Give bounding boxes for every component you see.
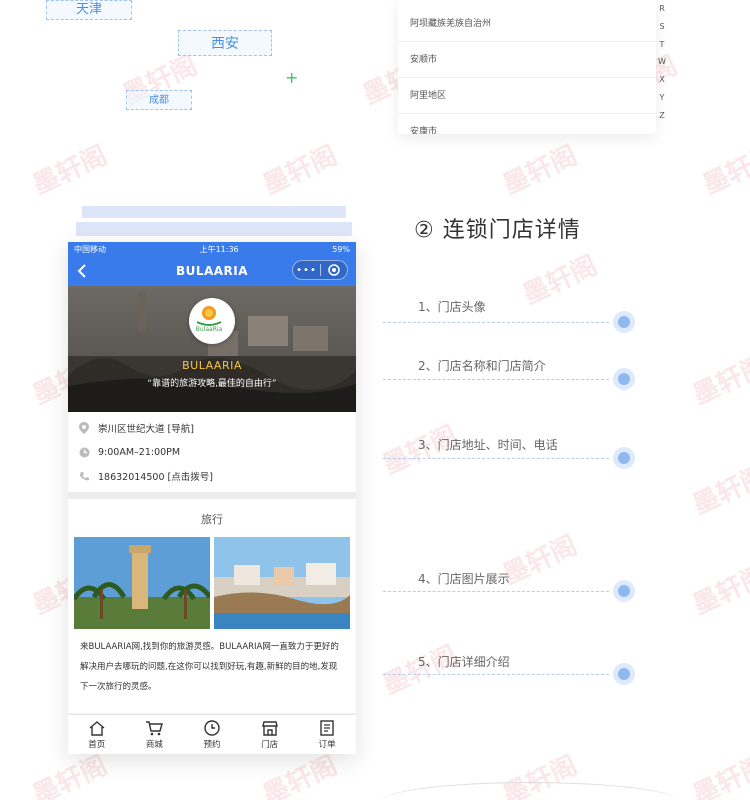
alphabet-letter[interactable]: R xyxy=(656,0,668,18)
tab-mall[interactable]: 商城 xyxy=(126,715,184,754)
store-avatar[interactable]: BulaaRia xyxy=(189,298,235,344)
marker-dot xyxy=(613,447,635,469)
gallery-photo-coast[interactable] xyxy=(214,537,350,629)
section-title: 旅行 xyxy=(201,513,223,526)
tab-label: 门店 xyxy=(261,739,279,750)
watermark: 墨轩阁 xyxy=(498,140,582,201)
target-icon xyxy=(328,264,340,276)
tab-bar: 首页 商城 预约 门店 订单 xyxy=(68,714,356,754)
tab-store[interactable]: 门店 xyxy=(241,715,299,754)
phone-text: 18632014500 [点击拨号] xyxy=(98,472,213,483)
watermark: 墨轩阁 xyxy=(698,140,750,201)
store-gallery xyxy=(74,537,350,629)
city-list-item[interactable]: 阿坝藏族羌族自治州 xyxy=(398,6,656,42)
tab-booking[interactable]: 预约 xyxy=(183,715,241,754)
cart-icon xyxy=(146,720,164,735)
battery-label: 59% xyxy=(332,244,350,254)
store-address[interactable]: 崇川区世纪大道 [导航] xyxy=(78,416,346,440)
watermark: 墨轩阁 xyxy=(688,560,750,621)
store-description: 来BULAARIA网,找到你的旅游灵感。BULAARIA网一直致力于更好的解决用… xyxy=(80,642,339,692)
clock-icon xyxy=(204,719,220,736)
home-icon xyxy=(89,720,105,736)
store-name: BULAARIA xyxy=(182,359,242,372)
location-pin-icon xyxy=(78,422,90,434)
close-target-button[interactable] xyxy=(321,264,347,276)
city-list-item[interactable]: 安顺市 xyxy=(398,42,656,78)
page: 墨轩阁 墨轩阁 墨轩阁 墨轩阁 墨轩阁 墨轩阁 墨轩阁 墨轩阁 墨轩阁 墨轩阁 墨轩阁 墨轩阁 墨轩阁墨… xyxy=(0,0,750,800)
feature-item-3: 3、门店地址、时间、电话 xyxy=(418,438,558,452)
tab-label: 商城 xyxy=(145,739,163,750)
city-tag-xian[interactable]: 西安 xyxy=(178,30,272,56)
store-detail-card: 旅行 来BULAARIA网,找到你的旅游灵感。BULAARIA网一直致力于更好的… xyxy=(68,499,356,713)
store-slogan: “靠谱的旅游攻略,最佳的自由行” xyxy=(147,379,277,389)
gallery-photo-tower[interactable] xyxy=(74,537,210,629)
leader-line xyxy=(383,322,609,323)
tab-label: 预约 xyxy=(203,739,221,750)
store-icon xyxy=(261,720,278,736)
feature-item-1: 1、门店头像 xyxy=(418,300,486,314)
marker-dot xyxy=(613,663,635,685)
alphabet-letter[interactable]: X xyxy=(656,71,668,89)
alphabet-letter[interactable]: S xyxy=(656,18,668,36)
ghost-statusbar xyxy=(76,222,352,236)
city-tag-chengdu[interactable]: 成都 xyxy=(126,90,192,110)
address-text: 崇川区世纪大道 [导航] xyxy=(98,424,194,435)
plus-icon: + xyxy=(285,68,299,87)
phone-icon xyxy=(78,470,90,482)
page-title: BULAARIA xyxy=(175,264,249,278)
ghost-statusbar xyxy=(82,206,346,218)
feature-item-4: 4、门店图片展示 xyxy=(418,572,510,586)
watermark: 墨轩阁 xyxy=(688,350,750,411)
tab-home[interactable]: 首页 xyxy=(68,715,126,754)
clock-label: 上午11:36 xyxy=(199,244,239,254)
city-list: 阿坝藏族羌族自治州 安顺市 阿里地区 安康市 xyxy=(398,0,656,134)
hours-text: 9:00AM–21:00PM xyxy=(98,446,181,458)
svg-text:BulaaRia: BulaaRia xyxy=(196,326,223,333)
tab-label: 首页 xyxy=(88,739,106,750)
watermark: 墨轩阁 xyxy=(688,460,750,521)
store-phone[interactable]: 18632014500 [点击拨号] xyxy=(78,464,346,488)
watermark: 墨轩阁 xyxy=(258,140,342,201)
more-button[interactable]: ••• xyxy=(293,265,320,276)
marker-dot xyxy=(613,580,635,602)
leader-line xyxy=(383,379,609,380)
leader-line xyxy=(383,458,609,459)
leader-line xyxy=(383,591,609,592)
alphabet-letter[interactable]: Y xyxy=(656,89,668,107)
city-tag-tianjin[interactable]: 天津 xyxy=(46,0,132,20)
alphabet-letter[interactable]: Z xyxy=(656,107,668,125)
store-info: 崇川区世纪大道 [导航] 9:00AM–21:00PM 18632014500 … xyxy=(68,412,356,492)
watermark: 墨轩阁 xyxy=(28,140,112,201)
marker-dot xyxy=(613,311,635,333)
feature-item-5: 5、门店详细介绍 xyxy=(418,655,510,669)
feature-item-2: 2、门店名称和门店简介 xyxy=(418,359,546,373)
tab-label: 订单 xyxy=(318,739,336,750)
watermark: 墨轩阁 xyxy=(688,750,750,800)
watermark: 墨轩阁 xyxy=(518,250,602,311)
mini-program-capsule: ••• xyxy=(292,260,348,280)
alphabet-index: R S T W X Y Z xyxy=(656,0,668,125)
tab-orders[interactable]: 订单 xyxy=(298,715,356,754)
decorative-curve xyxy=(380,782,680,800)
city-list-item[interactable]: 安康市 xyxy=(398,114,656,134)
alphabet-letter[interactable]: T xyxy=(656,36,668,54)
leader-line xyxy=(383,674,609,675)
store-hero: BulaaRia BULAARIA “靠谱的旅游攻略,最佳的自由行” xyxy=(68,286,356,412)
nav-bar: BULAARIA ••• xyxy=(68,256,356,286)
phone-mockup: 中国移动 上午11:36 59% BULAARIA ••• BulaaRia B… xyxy=(68,242,356,754)
back-arrow-icon[interactable] xyxy=(74,262,92,280)
order-list-icon xyxy=(320,719,334,736)
clock-icon xyxy=(78,446,90,458)
status-bar: 中国移动 上午11:36 59% xyxy=(68,242,356,256)
alphabet-letter[interactable]: W xyxy=(656,53,668,71)
store-hours: 9:00AM–21:00PM xyxy=(78,440,346,464)
store-logo-icon: BulaaRia xyxy=(196,306,223,333)
marker-dot xyxy=(613,368,635,390)
city-list-item[interactable]: 阿里地区 xyxy=(398,78,656,114)
divider xyxy=(68,492,356,499)
section-heading: ② 连锁门店详情 xyxy=(414,218,581,243)
carrier-label: 中国移动 xyxy=(74,244,106,254)
